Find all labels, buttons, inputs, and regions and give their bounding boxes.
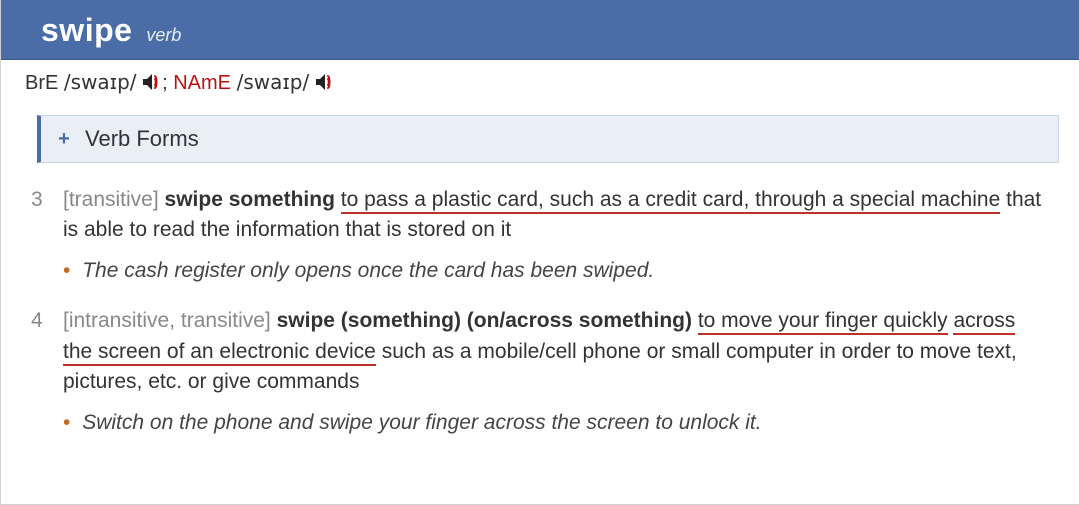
definition-underlined: to move your finger quickly	[698, 309, 948, 335]
senses: 3 [transitive] swipe something to pass a…	[1, 163, 1079, 438]
sense-number: 3	[31, 185, 45, 286]
example-sentence: • Switch on the phone and swipe your fin…	[63, 408, 1049, 438]
verb-forms-toggle[interactable]: + Verb Forms	[37, 115, 1059, 163]
bre-label: BrE	[25, 72, 58, 94]
verb-forms-label: Verb Forms	[85, 126, 199, 152]
headword: swipe	[41, 12, 132, 49]
sense-number: 4	[31, 306, 45, 438]
pron-separator: ;	[162, 72, 173, 94]
bullet-icon: •	[63, 411, 70, 434]
sense-pattern: swipe (something) (on/across something)	[277, 309, 692, 332]
name-ipa: /swaɪp/	[237, 70, 310, 94]
dictionary-entry: swipe verb BrE /swaɪp/ ; NAmE /swaɪp/ + …	[0, 0, 1080, 505]
sense-body: [intransitive, transitive] swipe (someth…	[63, 306, 1049, 438]
sense-3: 3 [transitive] swipe something to pass a…	[31, 185, 1049, 286]
grammar-label: [intransitive, transitive]	[63, 309, 271, 332]
bre-ipa: /swaɪp/	[64, 70, 137, 94]
bullet-icon: •	[63, 259, 70, 282]
grammar-label: [transitive]	[63, 188, 159, 211]
example-text: The cash register only opens once the ca…	[82, 259, 654, 282]
speaker-icon[interactable]	[142, 73, 162, 97]
pronunciation-bar: BrE /swaɪp/ ; NAmE /swaɪp/	[1, 60, 1079, 109]
sense-4: 4 [intransitive, transitive] swipe (some…	[31, 306, 1049, 438]
entry-header: swipe verb	[1, 0, 1079, 60]
name-label: NAmE	[173, 72, 231, 94]
sense-body: [transitive] swipe something to pass a p…	[63, 185, 1049, 286]
definition-underlined: to pass a plastic card, such as a credit…	[341, 188, 1001, 214]
speaker-icon[interactable]	[315, 73, 335, 97]
example-sentence: • The cash register only opens once the …	[63, 256, 1049, 286]
sense-pattern: swipe something	[165, 188, 335, 211]
plus-icon: +	[55, 128, 73, 151]
part-of-speech: verb	[146, 25, 181, 46]
example-text: Switch on the phone and swipe your finge…	[82, 411, 761, 434]
